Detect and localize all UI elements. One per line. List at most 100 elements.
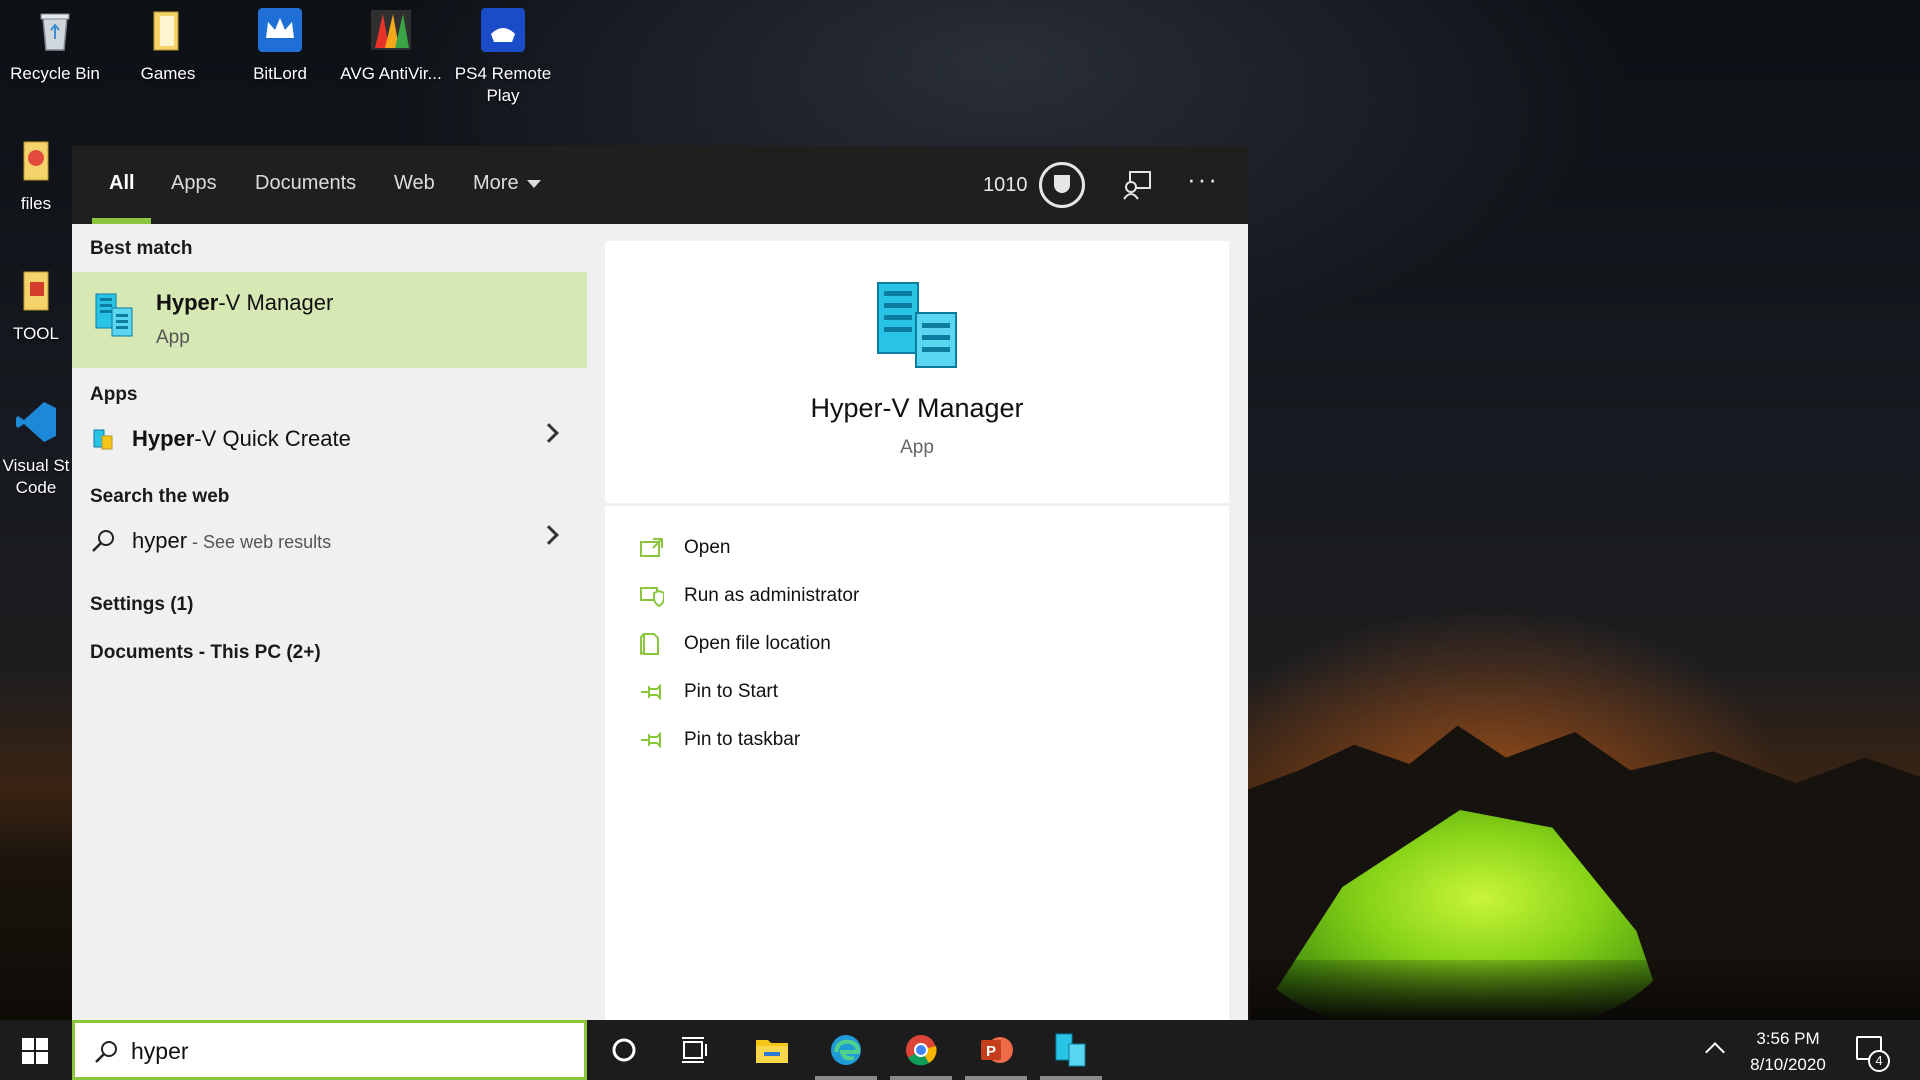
preview-type: App xyxy=(900,437,934,458)
hyper-v-quick-create-icon xyxy=(93,429,113,450)
tab-apps[interactable]: Apps xyxy=(171,172,217,195)
app-result-name-bold: Hyper xyxy=(132,426,195,451)
chevron-up-icon[interactable] xyxy=(1705,1042,1725,1062)
chrome-icon[interactable] xyxy=(903,1032,939,1068)
action-open[interactable]: Open xyxy=(640,531,1200,571)
desktop-icon-label: TOOL xyxy=(13,324,59,344)
action-open-file-location[interactable]: Open file location xyxy=(640,627,1200,667)
search-icon xyxy=(95,1041,117,1063)
tab-documents[interactable]: Documents xyxy=(255,172,356,195)
preview-pane: Hyper-V Manager App Open Run as administ… xyxy=(605,241,1229,1020)
search-filter-bar: All Apps Documents Web More 1010 ··· xyxy=(72,146,1248,224)
app-result-name: Hyper-V Quick Create xyxy=(132,426,351,452)
chevron-right-icon[interactable] xyxy=(539,423,559,443)
pin-icon xyxy=(641,731,661,749)
search-input[interactable] xyxy=(131,1035,551,1067)
tab-all[interactable]: All xyxy=(109,172,135,195)
settings-group[interactable]: Settings (1) xyxy=(90,594,193,616)
task-view-icon[interactable] xyxy=(678,1032,714,1068)
desktop-icon-label: Recycle Bin xyxy=(10,64,100,84)
search-icon xyxy=(92,530,114,552)
web-result-text: hyper - See web results xyxy=(132,528,331,554)
desktop-icon-vscode[interactable]: Visual St Code xyxy=(0,392,82,498)
running-app-indicator xyxy=(1040,1076,1102,1080)
action-run-as-administrator[interactable]: Run as administrator xyxy=(640,579,1200,619)
pin-icon xyxy=(641,683,661,701)
chevron-right-icon[interactable] xyxy=(539,525,559,545)
edge-icon[interactable] xyxy=(828,1032,864,1068)
tab-more-label: More xyxy=(473,172,519,194)
shield-icon xyxy=(640,587,664,607)
best-match-result[interactable]: Hyper-V Manager App xyxy=(72,272,587,368)
windows-logo-icon xyxy=(22,1052,34,1064)
desktop-icon-label: PS4 Remote Play xyxy=(454,64,552,105)
powerpoint-icon[interactable]: P xyxy=(978,1032,1014,1068)
documents-group[interactable]: Documents - This PC (2+) xyxy=(90,642,321,664)
app-result-hyper-v-quick-create[interactable]: Hyper-V Quick Create xyxy=(72,414,587,464)
folder-icon xyxy=(23,141,49,181)
action-pin-to-start[interactable]: Pin to Start xyxy=(640,675,1200,715)
desktop-icon-bitlord[interactable]: BitLord xyxy=(225,0,335,85)
running-app-indicator xyxy=(890,1076,952,1080)
feedback-icon[interactable] xyxy=(1122,170,1152,200)
preview-divider xyxy=(605,503,1229,506)
windows-logo-icon xyxy=(22,1038,34,1050)
desktop-icon-label: files xyxy=(20,194,52,214)
results-list: Best match Hyper-V Manager App Apps Hype… xyxy=(72,224,587,1020)
best-match-heading: Best match xyxy=(90,238,193,259)
file-location-icon xyxy=(640,633,659,655)
recycle-bin-icon xyxy=(40,13,70,51)
file-explorer-icon[interactable] xyxy=(754,1032,790,1068)
best-match-name: Hyper-V Manager xyxy=(156,290,333,316)
desktop-icon-ps4-remote-play[interactable]: PS4 Remote Play xyxy=(448,0,558,106)
running-app-indicator xyxy=(815,1076,877,1080)
desktop-icon-label: Visual St Code xyxy=(2,456,70,497)
taskbar-search-box[interactable] xyxy=(72,1020,587,1080)
clock-time: 3:56 PM xyxy=(1756,1029,1820,1048)
best-match-type: App xyxy=(156,327,190,348)
action-label: Run as administrator xyxy=(684,585,860,606)
web-result-hyper[interactable]: hyper - See web results xyxy=(72,516,587,566)
windows-logo-icon xyxy=(36,1052,48,1064)
chevron-down-icon xyxy=(526,179,541,188)
start-button[interactable] xyxy=(22,1038,48,1064)
windows-logo-icon xyxy=(36,1038,48,1050)
desktop-icon-games[interactable]: Games xyxy=(113,0,223,85)
desktop-icon-label: Games xyxy=(140,64,196,84)
folder-icon xyxy=(23,271,49,311)
more-options-icon[interactable]: ··· xyxy=(1187,164,1219,195)
app-result-name-rest: -V Quick Create xyxy=(194,426,351,451)
system-clock[interactable]: 3:56 PM 8/10/2020 xyxy=(1738,1026,1838,1077)
desktop-icon-recycle-bin[interactable]: Recycle Bin xyxy=(0,0,110,85)
rewards-trophy-icon[interactable] xyxy=(1039,162,1085,208)
action-label: Pin to taskbar xyxy=(684,729,801,750)
apps-heading: Apps xyxy=(90,384,138,405)
action-label: Pin to Start xyxy=(684,681,778,702)
folder-icon xyxy=(153,11,179,51)
web-query: hyper xyxy=(132,528,188,553)
running-app-indicator xyxy=(965,1076,1027,1080)
ps4-remote-play-icon xyxy=(481,8,525,52)
open-icon xyxy=(640,538,663,557)
cortana-icon[interactable] xyxy=(606,1032,642,1068)
desktop-icon-tool[interactable]: TOOL xyxy=(0,260,82,345)
search-web-heading: Search the web xyxy=(90,486,230,507)
action-label: Open xyxy=(684,537,731,558)
desktop-icon-avg[interactable]: AVG AntiVir... xyxy=(336,0,446,85)
web-query-suffix: - See web results xyxy=(187,532,332,552)
hyper-v-manager-large-icon xyxy=(877,282,957,368)
notification-count-badge: 4 xyxy=(1868,1050,1890,1072)
desktop-icon-files[interactable]: files xyxy=(0,130,82,215)
best-match-name-bold: Hyper xyxy=(156,290,219,315)
tab-more[interactable]: More xyxy=(473,172,541,195)
rewards-points: 1010 xyxy=(983,174,1028,196)
action-pin-to-taskbar[interactable]: Pin to taskbar xyxy=(640,723,1200,763)
svg-text:P: P xyxy=(986,1043,996,1060)
tab-web[interactable]: Web xyxy=(394,172,435,195)
desktop-icon-label: AVG AntiVir... xyxy=(340,64,442,84)
hyper-v-manager-icon[interactable] xyxy=(1053,1032,1089,1068)
vscode-icon xyxy=(16,402,56,442)
search-panel: All Apps Documents Web More 1010 ··· Bes… xyxy=(72,146,1248,1020)
bitlord-icon xyxy=(258,8,302,52)
hyper-v-manager-icon xyxy=(95,293,133,337)
